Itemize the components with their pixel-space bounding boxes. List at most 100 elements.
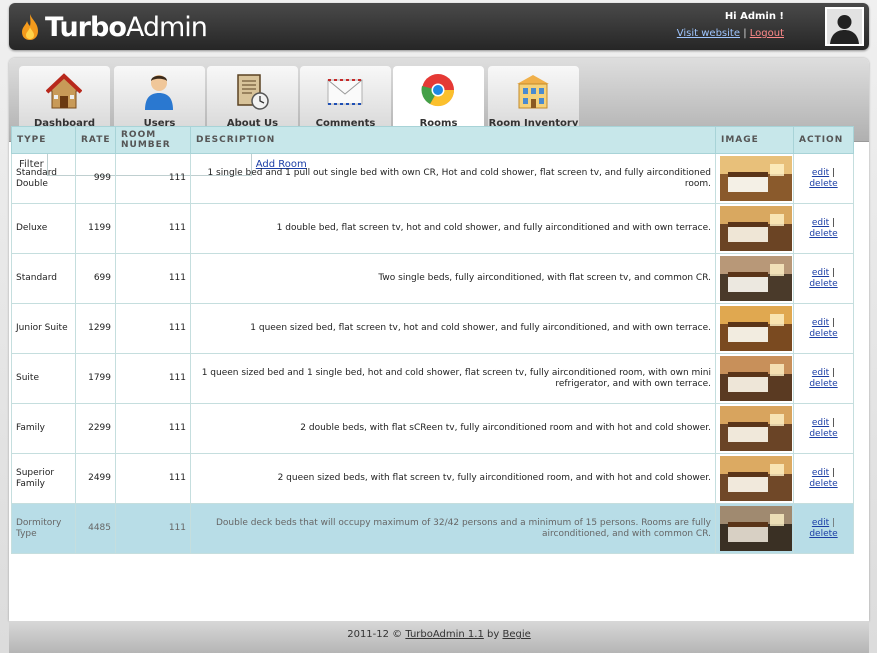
delete-link[interactable]: delete bbox=[809, 429, 837, 439]
delete-link[interactable]: delete bbox=[809, 229, 837, 239]
cell-action: edit | delete bbox=[793, 153, 854, 204]
cell-image bbox=[715, 353, 794, 404]
footer-by: by bbox=[487, 629, 500, 640]
cell-rate: 1199 bbox=[75, 203, 116, 254]
column-header-description[interactable]: DESCRIPTION bbox=[190, 126, 716, 154]
room-photo[interactable] bbox=[720, 406, 792, 451]
cell-description: 1 queen sized bed, flat screen tv, hot a… bbox=[190, 303, 716, 354]
cell-type: Superior Family bbox=[11, 453, 76, 504]
cell-rate: 699 bbox=[75, 253, 116, 304]
logo-bold-text: Turbo bbox=[45, 11, 127, 43]
cell-type: Suite bbox=[11, 353, 76, 404]
person-silhouette-icon bbox=[827, 9, 862, 44]
action-separator: | bbox=[832, 517, 836, 528]
edit-link[interactable]: edit bbox=[812, 368, 829, 378]
cell-description: 1 single bed and 1 pull out single bed w… bbox=[190, 153, 716, 204]
house-icon bbox=[46, 73, 82, 109]
cell-room-number: 111 bbox=[115, 303, 191, 354]
column-header-room-number[interactable]: ROOM NUMBER bbox=[115, 126, 191, 154]
edit-link[interactable]: edit bbox=[812, 318, 829, 328]
edit-link[interactable]: edit bbox=[812, 168, 829, 178]
cell-image bbox=[715, 203, 794, 254]
logo[interactable]: Turbo Admin bbox=[19, 11, 208, 43]
cell-room-number: 111 bbox=[115, 153, 191, 204]
action-separator: | bbox=[832, 267, 836, 278]
edit-link[interactable]: edit bbox=[812, 418, 829, 428]
cell-image bbox=[715, 253, 794, 304]
cell-image bbox=[715, 303, 794, 354]
building-icon bbox=[517, 75, 549, 109]
user-links: Visit website | Logout bbox=[677, 28, 784, 39]
cell-type: Standard bbox=[11, 253, 76, 304]
edit-link[interactable]: edit bbox=[812, 518, 829, 528]
cell-image bbox=[715, 453, 794, 504]
edit-link[interactable]: edit bbox=[812, 218, 829, 228]
cell-room-number: 111 bbox=[115, 453, 191, 504]
room-photo[interactable] bbox=[720, 206, 792, 251]
cell-room-number: 111 bbox=[115, 503, 191, 554]
room-photo[interactable] bbox=[720, 356, 792, 401]
table-body: Standard Double 999 111 1 single bed and 1 … bbox=[11, 153, 854, 554]
delete-link[interactable]: delete bbox=[809, 479, 837, 489]
room-photo[interactable] bbox=[720, 156, 792, 201]
cell-type: Deluxe bbox=[11, 203, 76, 254]
app-shell: Turbo Admin Hi Admin ! Visit website | Lo… bbox=[0, 0, 877, 653]
visit-website-link[interactable]: Visit website bbox=[677, 28, 740, 39]
delete-link[interactable]: delete bbox=[809, 279, 837, 289]
footer: 2011-12 © TurboAdmin 1.1 by Begie bbox=[9, 621, 869, 653]
cell-type: Standard Double bbox=[11, 153, 76, 204]
avatar[interactable] bbox=[825, 7, 864, 46]
table-row: Standard Double 999 111 1 single bed and 1 … bbox=[11, 153, 854, 204]
footer-product-link[interactable]: TurboAdmin 1.1 bbox=[405, 629, 483, 640]
footer-author-link[interactable]: Begie bbox=[502, 629, 530, 640]
cell-action: edit | delete bbox=[793, 303, 854, 354]
cell-room-number: 111 bbox=[115, 353, 191, 404]
cell-action: edit | delete bbox=[793, 253, 854, 304]
table-row: Dormitory Type 4485 111 Double deck beds th… bbox=[11, 503, 854, 554]
cell-room-number: 111 bbox=[115, 403, 191, 454]
table-row: Junior Suite 1299 111 1 queen sized bed, fl… bbox=[11, 303, 854, 354]
cell-description: 1 double bed, flat screen tv, hot and co… bbox=[190, 203, 716, 254]
action-separator: | bbox=[832, 417, 836, 428]
cell-rate: 1299 bbox=[75, 303, 116, 354]
column-header-image: IMAGE bbox=[715, 126, 794, 154]
column-header-rate[interactable]: RATE bbox=[75, 126, 116, 154]
table-header-row: TYPE RATE ROOM NUMBER DESCRIPTION IMAGE … bbox=[11, 126, 854, 154]
cell-image bbox=[715, 153, 794, 204]
table-row: Family 2299 111 2 double beds, with flat sC… bbox=[11, 403, 854, 454]
cell-image bbox=[715, 403, 794, 454]
delete-link[interactable]: delete bbox=[809, 329, 837, 339]
edit-link[interactable]: edit bbox=[812, 468, 829, 478]
cell-action: edit | delete bbox=[793, 353, 854, 404]
room-photo[interactable] bbox=[720, 256, 792, 301]
cell-rate: 2499 bbox=[75, 453, 116, 504]
cell-rate: 1799 bbox=[75, 353, 116, 404]
edit-link[interactable]: edit bbox=[812, 268, 829, 278]
delete-link[interactable]: delete bbox=[809, 179, 837, 189]
document-clock-icon bbox=[237, 74, 269, 110]
logout-link[interactable]: Logout bbox=[750, 28, 784, 39]
envelope-icon bbox=[327, 79, 363, 105]
room-photo[interactable] bbox=[720, 306, 792, 351]
cell-description: Double deck beds that will occupy maximu… bbox=[190, 503, 716, 554]
room-photo[interactable] bbox=[720, 456, 792, 501]
cell-rate: 2299 bbox=[75, 403, 116, 454]
cell-rate: 999 bbox=[75, 153, 116, 204]
user-box: Hi Admin ! Visit website | Logout bbox=[677, 11, 784, 39]
cell-description: 2 double beds, with flat sCReen tv, full… bbox=[190, 403, 716, 454]
table-row: Suite 1799 111 1 queen sized bed and 1 sing… bbox=[11, 353, 854, 404]
cell-description: Two single beds, fully airconditioned, w… bbox=[190, 253, 716, 304]
cell-room-number: 111 bbox=[115, 253, 191, 304]
delete-link[interactable]: delete bbox=[809, 529, 837, 539]
column-header-type[interactable]: TYPE bbox=[11, 126, 76, 154]
action-separator: | bbox=[832, 367, 836, 378]
action-separator: | bbox=[832, 467, 836, 478]
cell-action: edit | delete bbox=[793, 453, 854, 504]
chrome-ball-icon bbox=[421, 74, 455, 107]
cell-rate: 4485 bbox=[75, 503, 116, 554]
cell-room-number: 111 bbox=[115, 203, 191, 254]
action-separator: | bbox=[832, 167, 836, 178]
delete-link[interactable]: delete bbox=[809, 379, 837, 389]
room-photo[interactable] bbox=[720, 506, 792, 551]
table-row: Standard 699 111 Two single beds, fully air… bbox=[11, 253, 854, 304]
